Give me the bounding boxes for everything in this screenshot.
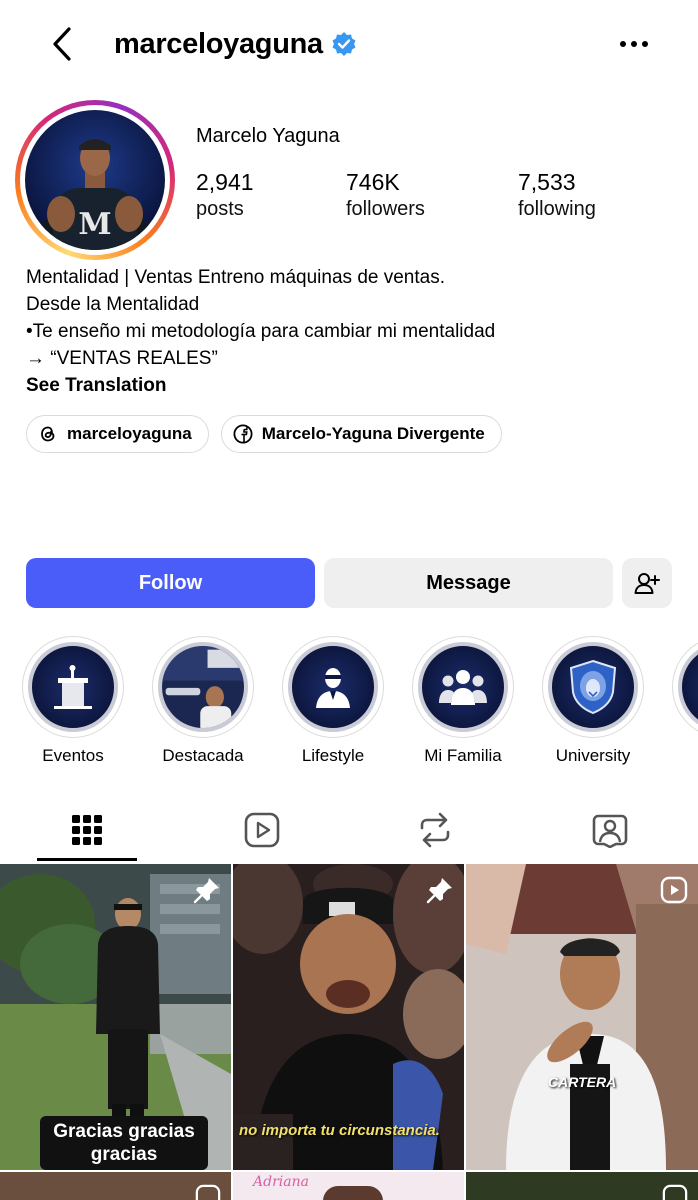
active-tab-indicator [37,858,137,861]
post-script-text: Adriana [253,1174,309,1190]
posts-stat[interactable]: 2,941 posts [196,168,346,222]
username: marceloyaguna [114,27,323,60]
tab-tagged[interactable] [560,798,660,862]
facebook-icon [232,423,254,445]
posts-grid: Gracias gracias gracias no importa tu ci… [0,864,698,1200]
reels-icon [244,812,280,848]
profile-stats: 2,941 posts 746K followers 7,533 followi… [196,168,658,222]
group-icon [439,670,487,705]
bio-line: Desde la Mentalidad [26,294,200,315]
reel-icon [660,876,688,904]
suggest-users-button[interactable] [622,558,672,608]
post-tile[interactable]: no importa tu circunstancia. [233,864,464,1170]
following-stat[interactable]: 7,533 following [518,168,658,222]
grid-icon [72,815,102,845]
profile-header: marceloyaguna [0,0,698,88]
tagged-icon [592,814,628,848]
story-highlights: Eventos Destacada Lifestyle Mi Familia U… [0,636,698,776]
highlight-label: University [555,746,631,765]
message-button[interactable]: Message [324,558,613,608]
following-count: 7,533 [518,169,576,195]
highlight-eventos[interactable]: Eventos [13,636,133,766]
reel-icon [195,1184,221,1200]
highlight-label: Destacada [162,746,244,765]
destacada-photo [162,646,244,728]
highlight-destacada[interactable]: Destacada [143,636,263,766]
post-thumbnail [466,864,698,1170]
follow-button[interactable]: Follow [26,558,315,608]
post-tile[interactable] [0,1172,231,1200]
following-label: following [518,198,596,220]
post-tile[interactable]: CARTERA [466,864,698,1170]
followers-stat[interactable]: 746K followers [346,168,518,222]
posts-count: 2,941 [196,169,254,195]
lion-shield-icon [569,659,617,715]
highlight-university[interactable]: University [533,636,653,766]
highlight-partial[interactable] [663,636,698,738]
pinned-icon [193,878,219,904]
bio-line: •Te enseño mi metodología para cambiar m… [26,321,496,342]
see-translation-link[interactable]: See Translation [26,372,666,399]
tab-reels[interactable] [212,798,312,862]
username-row: marceloyaguna [114,24,357,64]
threads-icon [37,423,59,445]
bio-line: Mentalidad | Ventas Entreno máquinas de … [26,267,445,288]
highlight-label: Mi Familia [424,746,502,765]
story-ring[interactable]: M [15,100,175,260]
podium-icon [54,665,92,709]
repost-icon [420,812,450,848]
highlight-label: Lifestyle [301,746,365,765]
svg-text:M: M [78,207,111,242]
highlight-mi-familia[interactable]: Mi Familia [403,636,523,766]
post-overlay-text: CARTERA [548,1074,617,1090]
highlight-label: Eventos [42,746,104,765]
facebook-link[interactable]: Marcelo-Yaguna Divergente [220,415,502,453]
profile-actions: Follow Message [26,558,672,608]
bio: Mentalidad | Ventas Entreno máquinas de … [26,264,666,399]
tab-reposts[interactable] [385,798,485,862]
avatar: M [25,110,165,250]
verified-badge-icon [332,32,356,56]
profile-tabs [0,798,698,862]
post-tile[interactable]: Adriana [233,1172,464,1200]
post-caption: Gracias gracias gracias [40,1116,208,1170]
followers-count: 746K [346,169,400,195]
tab-grid[interactable] [37,798,137,862]
back-button[interactable] [44,24,80,64]
add-user-icon [634,573,660,594]
bio-line: → “VENTAS REALES” [26,348,218,369]
posts-label: posts [196,198,244,220]
highlight-lifestyle[interactable]: Lifestyle [273,636,393,766]
followers-label: followers [346,198,425,220]
profile-links: marceloyaguna Marcelo-Yaguna Divergente [26,415,502,453]
more-horizontal-icon [620,41,648,47]
more-options-button[interactable] [614,26,654,62]
post-subtitle: no importa tu circunstancia. [239,1122,440,1139]
person-suit-icon [316,668,350,708]
post-tile[interactable]: Gracias gracias gracias [0,864,231,1170]
post-tile[interactable] [466,1172,698,1200]
facebook-link-label: Marcelo-Yaguna Divergente [261,424,485,443]
chevron-left-icon [53,27,71,61]
display-name: Marcelo Yaguna [196,125,340,147]
threads-link-label: marceloyaguna [67,424,192,443]
reel-icon [662,1184,688,1200]
threads-link[interactable]: marceloyaguna [26,415,209,453]
pinned-icon [426,878,452,904]
